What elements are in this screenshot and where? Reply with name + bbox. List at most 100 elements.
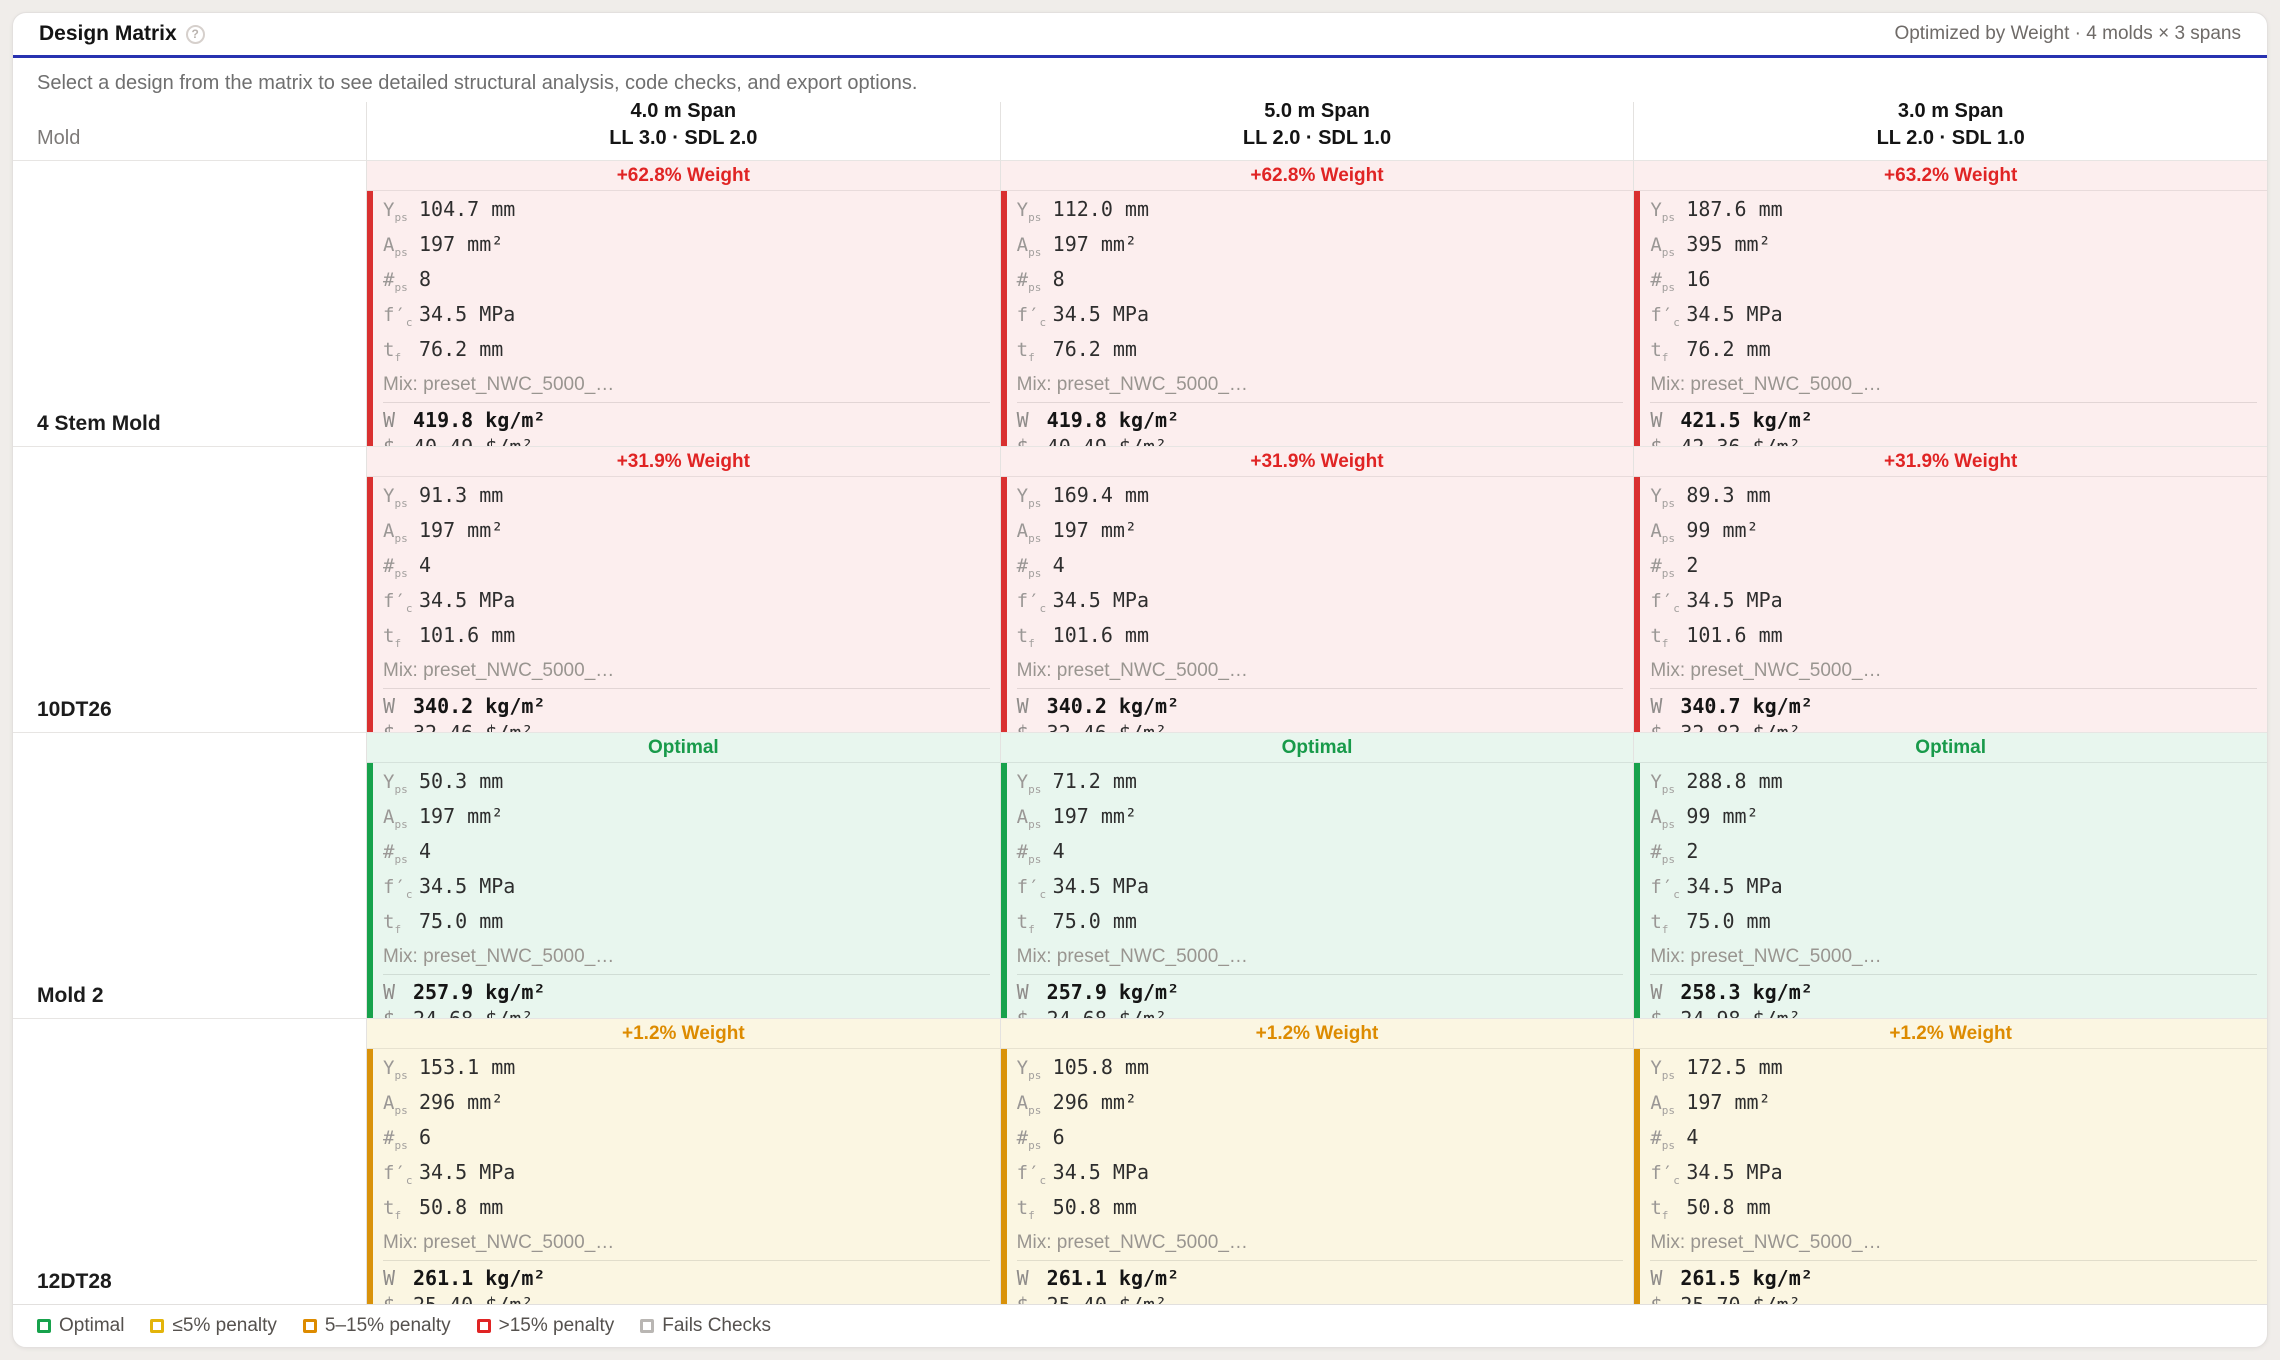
property-line-tf: tf50.8 mm bbox=[1650, 1194, 2257, 1229]
design-cell-r2c2[interactable]: +31.9% WeightYps169.4 mmAps197 mm²#ps4f′… bbox=[1000, 446, 1634, 732]
property-line-fc: f′c34.5 MPa bbox=[1650, 873, 2257, 908]
design-cell-r1c1[interactable]: +62.8% WeightYps104.7 mmAps197 mm²#ps8f′… bbox=[366, 160, 1000, 446]
design-cell-details: Yps169.4 mmAps197 mm²#ps4f′c34.5 MPatf10… bbox=[1001, 477, 1634, 732]
design-matrix-panel: Design Matrix ? Optimized by Weight · 4 … bbox=[12, 12, 2268, 1348]
design-cell-details: Yps187.6 mmAps395 mm²#ps16f′c34.5 MPatf7… bbox=[1634, 191, 2267, 446]
status-badge: +62.8% Weight bbox=[1001, 161, 1634, 191]
legend-item-4: >15% penalty bbox=[477, 1315, 615, 1337]
status-badge: +1.2% Weight bbox=[1001, 1019, 1634, 1049]
metrics-divider bbox=[1650, 688, 2257, 689]
metric-line-cost: $24.68 $/m² bbox=[1017, 1006, 1624, 1018]
design-cell-details: Yps71.2 mmAps197 mm²#ps4f′c34.5 MPatf75.… bbox=[1001, 763, 1634, 1018]
design-cell-r1c2[interactable]: +62.8% WeightYps112.0 mmAps197 mm²#ps8f′… bbox=[1000, 160, 1634, 446]
mold-row-label: 12DT28 bbox=[13, 1018, 366, 1304]
design-cell-r2c1[interactable]: +31.9% WeightYps91.3 mmAps197 mm²#ps4f′c… bbox=[366, 446, 1000, 732]
metrics-divider bbox=[1650, 1260, 2257, 1261]
metrics-divider bbox=[383, 688, 990, 689]
help-icon[interactable]: ? bbox=[186, 25, 205, 44]
mold-row-label: 10DT26 bbox=[13, 446, 366, 732]
mix-line: Mix: preset_NWC_5000_… bbox=[1650, 657, 2257, 684]
mix-line: Mix: preset_NWC_5000_… bbox=[1017, 943, 1624, 970]
property-line-tf: tf76.2 mm bbox=[1017, 336, 1624, 371]
design-cell-r2c3[interactable]: +31.9% WeightYps89.3 mmAps99 mm²#ps2f′c3… bbox=[1633, 446, 2267, 732]
metric-line-cost: $24.68 $/m² bbox=[383, 1006, 990, 1018]
metric-line-w: W340.7 kg/m² bbox=[1650, 693, 2257, 720]
property-line-a: Aps197 mm² bbox=[1017, 517, 1624, 552]
property-line-a: Aps197 mm² bbox=[383, 231, 990, 266]
property-line-fc: f′c34.5 MPa bbox=[1017, 873, 1624, 908]
property-line-n: #ps6 bbox=[383, 1124, 990, 1159]
design-cell-r3c1[interactable]: OptimalYps50.3 mmAps197 mm²#ps4f′c34.5 M… bbox=[366, 732, 1000, 1018]
metric-line-w: W258.3 kg/m² bbox=[1650, 979, 2257, 1006]
status-badge: +31.9% Weight bbox=[367, 447, 1000, 477]
mold-column-header: Mold bbox=[13, 102, 366, 160]
design-cell-r4c1[interactable]: +1.2% WeightYps153.1 mmAps296 mm²#ps6f′c… bbox=[366, 1018, 1000, 1304]
property-line-tf: tf101.6 mm bbox=[383, 622, 990, 657]
optimization-status: Optimized by Weight · 4 molds × 3 spans bbox=[1894, 23, 2241, 45]
mix-line: Mix: preset_NWC_5000_… bbox=[1650, 371, 2257, 398]
design-cell-details: Yps288.8 mmAps99 mm²#ps2f′c34.5 MPatf75.… bbox=[1634, 763, 2267, 1018]
design-cell-details: Yps104.7 mmAps197 mm²#ps8f′c34.5 MPatf76… bbox=[367, 191, 1000, 446]
metric-line-w: W261.1 kg/m² bbox=[1017, 1265, 1624, 1292]
metric-line-w: W419.8 kg/m² bbox=[383, 407, 990, 434]
metric-line-w: W257.9 kg/m² bbox=[1017, 979, 1624, 1006]
design-cell-r4c3[interactable]: +1.2% WeightYps172.5 mmAps197 mm²#ps4f′c… bbox=[1633, 1018, 2267, 1304]
property-line-tf: tf101.6 mm bbox=[1017, 622, 1624, 657]
property-line-fc: f′c34.5 MPa bbox=[1650, 587, 2257, 622]
span-column-header-1: 4.0 m SpanLL 3.0 · SDL 2.0 bbox=[366, 102, 1000, 160]
legend-item-1: Optimal bbox=[37, 1315, 124, 1337]
metrics-divider bbox=[1017, 974, 1624, 975]
design-cell-r1c3[interactable]: +63.2% WeightYps187.6 mmAps395 mm²#ps16f… bbox=[1633, 160, 2267, 446]
legend-label: >15% penalty bbox=[499, 1315, 615, 1337]
property-line-n: #ps16 bbox=[1650, 266, 2257, 301]
property-line-y: Yps104.7 mm bbox=[383, 196, 990, 231]
panel-header: Design Matrix ? Optimized by Weight · 4 … bbox=[13, 13, 2267, 58]
legend-label: ≤5% penalty bbox=[172, 1315, 276, 1337]
metrics-divider bbox=[1650, 402, 2257, 403]
loads-label: LL 2.0 · SDL 1.0 bbox=[1877, 125, 2025, 152]
legend-item-5: Fails Checks bbox=[640, 1315, 771, 1337]
property-line-tf: tf101.6 mm bbox=[1650, 622, 2257, 657]
property-line-n: #ps4 bbox=[1650, 1124, 2257, 1159]
status-badge: Optimal bbox=[1001, 733, 1634, 763]
property-line-y: Yps50.3 mm bbox=[383, 768, 990, 803]
property-line-y: Yps288.8 mm bbox=[1650, 768, 2257, 803]
legend-label: 5–15% penalty bbox=[325, 1315, 451, 1337]
property-line-a: Aps197 mm² bbox=[383, 803, 990, 838]
property-line-fc: f′c34.5 MPa bbox=[1017, 1159, 1624, 1194]
legend-swatch-icon bbox=[640, 1319, 654, 1333]
property-line-a: Aps197 mm² bbox=[1017, 231, 1624, 266]
metric-line-cost: $24.98 $/m² bbox=[1650, 1006, 2257, 1018]
legend-swatch-icon bbox=[477, 1319, 491, 1333]
design-cell-r4c2[interactable]: +1.2% WeightYps105.8 mmAps296 mm²#ps6f′c… bbox=[1000, 1018, 1634, 1304]
design-cell-r3c3[interactable]: OptimalYps288.8 mmAps99 mm²#ps2f′c34.5 M… bbox=[1633, 732, 2267, 1018]
property-line-fc: f′c34.5 MPa bbox=[1017, 587, 1624, 622]
legend-label: Fails Checks bbox=[662, 1315, 771, 1337]
span-column-header-3: 3.0 m SpanLL 2.0 · SDL 1.0 bbox=[1633, 102, 2267, 160]
design-cell-details: Yps91.3 mmAps197 mm²#ps4f′c34.5 MPatf101… bbox=[367, 477, 1000, 732]
status-badge: +1.2% Weight bbox=[1634, 1019, 2267, 1049]
metrics-divider bbox=[1017, 402, 1624, 403]
mold-row-label: Mold 2 bbox=[13, 732, 366, 1018]
property-line-fc: f′c34.5 MPa bbox=[1017, 301, 1624, 336]
property-line-fc: f′c34.5 MPa bbox=[1650, 1159, 2257, 1194]
design-cell-details: Yps105.8 mmAps296 mm²#ps6f′c34.5 MPatf50… bbox=[1001, 1049, 1634, 1304]
property-line-a: Aps99 mm² bbox=[1650, 803, 2257, 838]
mix-line: Mix: preset_NWC_5000_… bbox=[1017, 657, 1624, 684]
metrics-divider bbox=[1017, 688, 1624, 689]
metrics-divider bbox=[383, 402, 990, 403]
metric-line-w: W340.2 kg/m² bbox=[383, 693, 990, 720]
property-line-y: Yps112.0 mm bbox=[1017, 196, 1624, 231]
property-line-n: #ps2 bbox=[1650, 552, 2257, 587]
property-line-y: Yps169.4 mm bbox=[1017, 482, 1624, 517]
property-line-fc: f′c34.5 MPa bbox=[383, 587, 990, 622]
design-cell-details: Yps112.0 mmAps197 mm²#ps8f′c34.5 MPatf76… bbox=[1001, 191, 1634, 446]
legend-swatch-icon bbox=[303, 1319, 317, 1333]
legend-swatch-icon bbox=[37, 1319, 51, 1333]
property-line-y: Yps153.1 mm bbox=[383, 1054, 990, 1089]
mix-line: Mix: preset_NWC_5000_… bbox=[1017, 1229, 1624, 1256]
design-cell-r3c2[interactable]: OptimalYps71.2 mmAps197 mm²#ps4f′c34.5 M… bbox=[1000, 732, 1634, 1018]
metric-line-cost: $42.36 $/m² bbox=[1650, 434, 2257, 446]
metric-line-w: W257.9 kg/m² bbox=[383, 979, 990, 1006]
matrix-instructions: Select a design from the matrix to see d… bbox=[37, 72, 917, 95]
